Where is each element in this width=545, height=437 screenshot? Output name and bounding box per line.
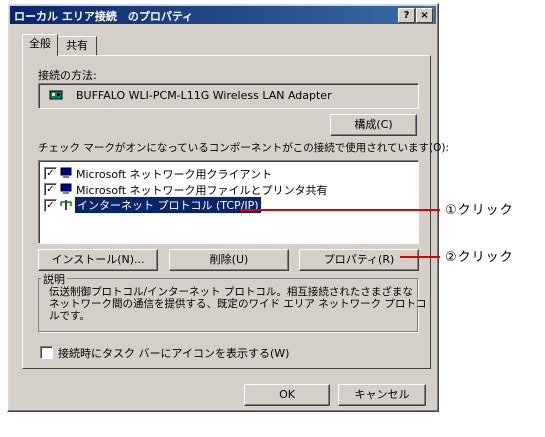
network-adapter-icon — [49, 90, 63, 100]
annotation-step2: ②クリック — [445, 250, 514, 265]
close-button[interactable]: × — [416, 8, 433, 23]
annotation-line-step2 — [400, 256, 440, 258]
description-line: 伝送制御プロトコル/インターネット プロトコル。相互接続されたさまざまな — [49, 286, 413, 298]
annotation-step1: ①クリック — [445, 203, 514, 218]
annotation-line-step1 — [240, 209, 440, 211]
properties-dialog: ローカル エリア接続 のプロパティ ? × 全般 共有 接続の方法: BUFFA… — [7, 3, 449, 412]
protocol-icon — [60, 200, 72, 210]
description-heading: 説明 — [41, 271, 67, 287]
components-list[interactable]: ✓ Microsoft ネットワーク用クライアント ✓ Microsoft ネッ… — [38, 160, 419, 244]
list-item[interactable]: ✓ Microsoft ネットワーク用ファイルとプリンタ共有 — [39, 181, 418, 197]
checkbox[interactable]: ✓ — [44, 183, 57, 196]
taskbar-icon-label: 接続時にタスク バーにアイコンを表示する(W) — [58, 347, 290, 360]
list-item[interactable]: ✓ Microsoft ネットワーク用クライアント — [39, 165, 418, 181]
window-title: ローカル エリア接続 のプロパティ — [14, 10, 194, 23]
cancel-button[interactable]: キャンセル — [338, 384, 426, 406]
general-tab-panel: 接続の方法: BUFFALO WLI-PCM-L11G Wireless LAN… — [22, 55, 449, 369]
properties-button[interactable]: プロパティ(R) — [299, 249, 419, 271]
file-printer-sharing-icon — [60, 183, 72, 194]
network-client-icon — [60, 167, 72, 178]
ok-button[interactable]: OK — [244, 384, 330, 406]
checkbox[interactable]: ✓ — [44, 167, 57, 180]
adapter-box: BUFFALO WLI-PCM-L11G Wireless LAN Adapte… — [38, 83, 419, 109]
list-item-label: インターネット プロトコル (TCP/IP) — [74, 196, 262, 214]
tab-general[interactable]: 全般 — [22, 34, 58, 56]
connect-using-label: 接続の方法: — [38, 69, 97, 82]
list-item-label: Microsoft ネットワーク用クライアント — [76, 168, 273, 181]
tab-sharing[interactable]: 共有 — [57, 36, 97, 55]
title-bar[interactable]: ローカル エリア接続 のプロパティ ? × — [10, 6, 436, 24]
components-label: チェック マークがオンになっているコンポーネントがこの接続で使用されています(O… — [38, 142, 449, 154]
remove-button[interactable]: 削除(U) — [169, 249, 289, 271]
list-item-label: Microsoft ネットワーク用ファイルとプリンタ共有 — [76, 184, 328, 197]
checkbox[interactable]: ✓ — [44, 199, 57, 212]
description-text: 伝送制御プロトコル/インターネット プロトコル。相互接続されたさまざまな ネット… — [49, 286, 427, 322]
help-button[interactable]: ? — [398, 8, 415, 23]
description-line: ルです。 — [49, 310, 90, 322]
install-button[interactable]: インストール(N)... — [38, 249, 158, 271]
adapter-name: BUFFALO WLI-PCM-L11G Wireless LAN Adapte… — [76, 89, 332, 102]
taskbar-icon-checkbox[interactable] — [40, 346, 53, 359]
description-line: ネットワーク間の通信を提供する、既定のワイド エリア ネットワーク プロトコ — [49, 298, 427, 310]
configure-button[interactable]: 構成(C) — [330, 114, 417, 136]
